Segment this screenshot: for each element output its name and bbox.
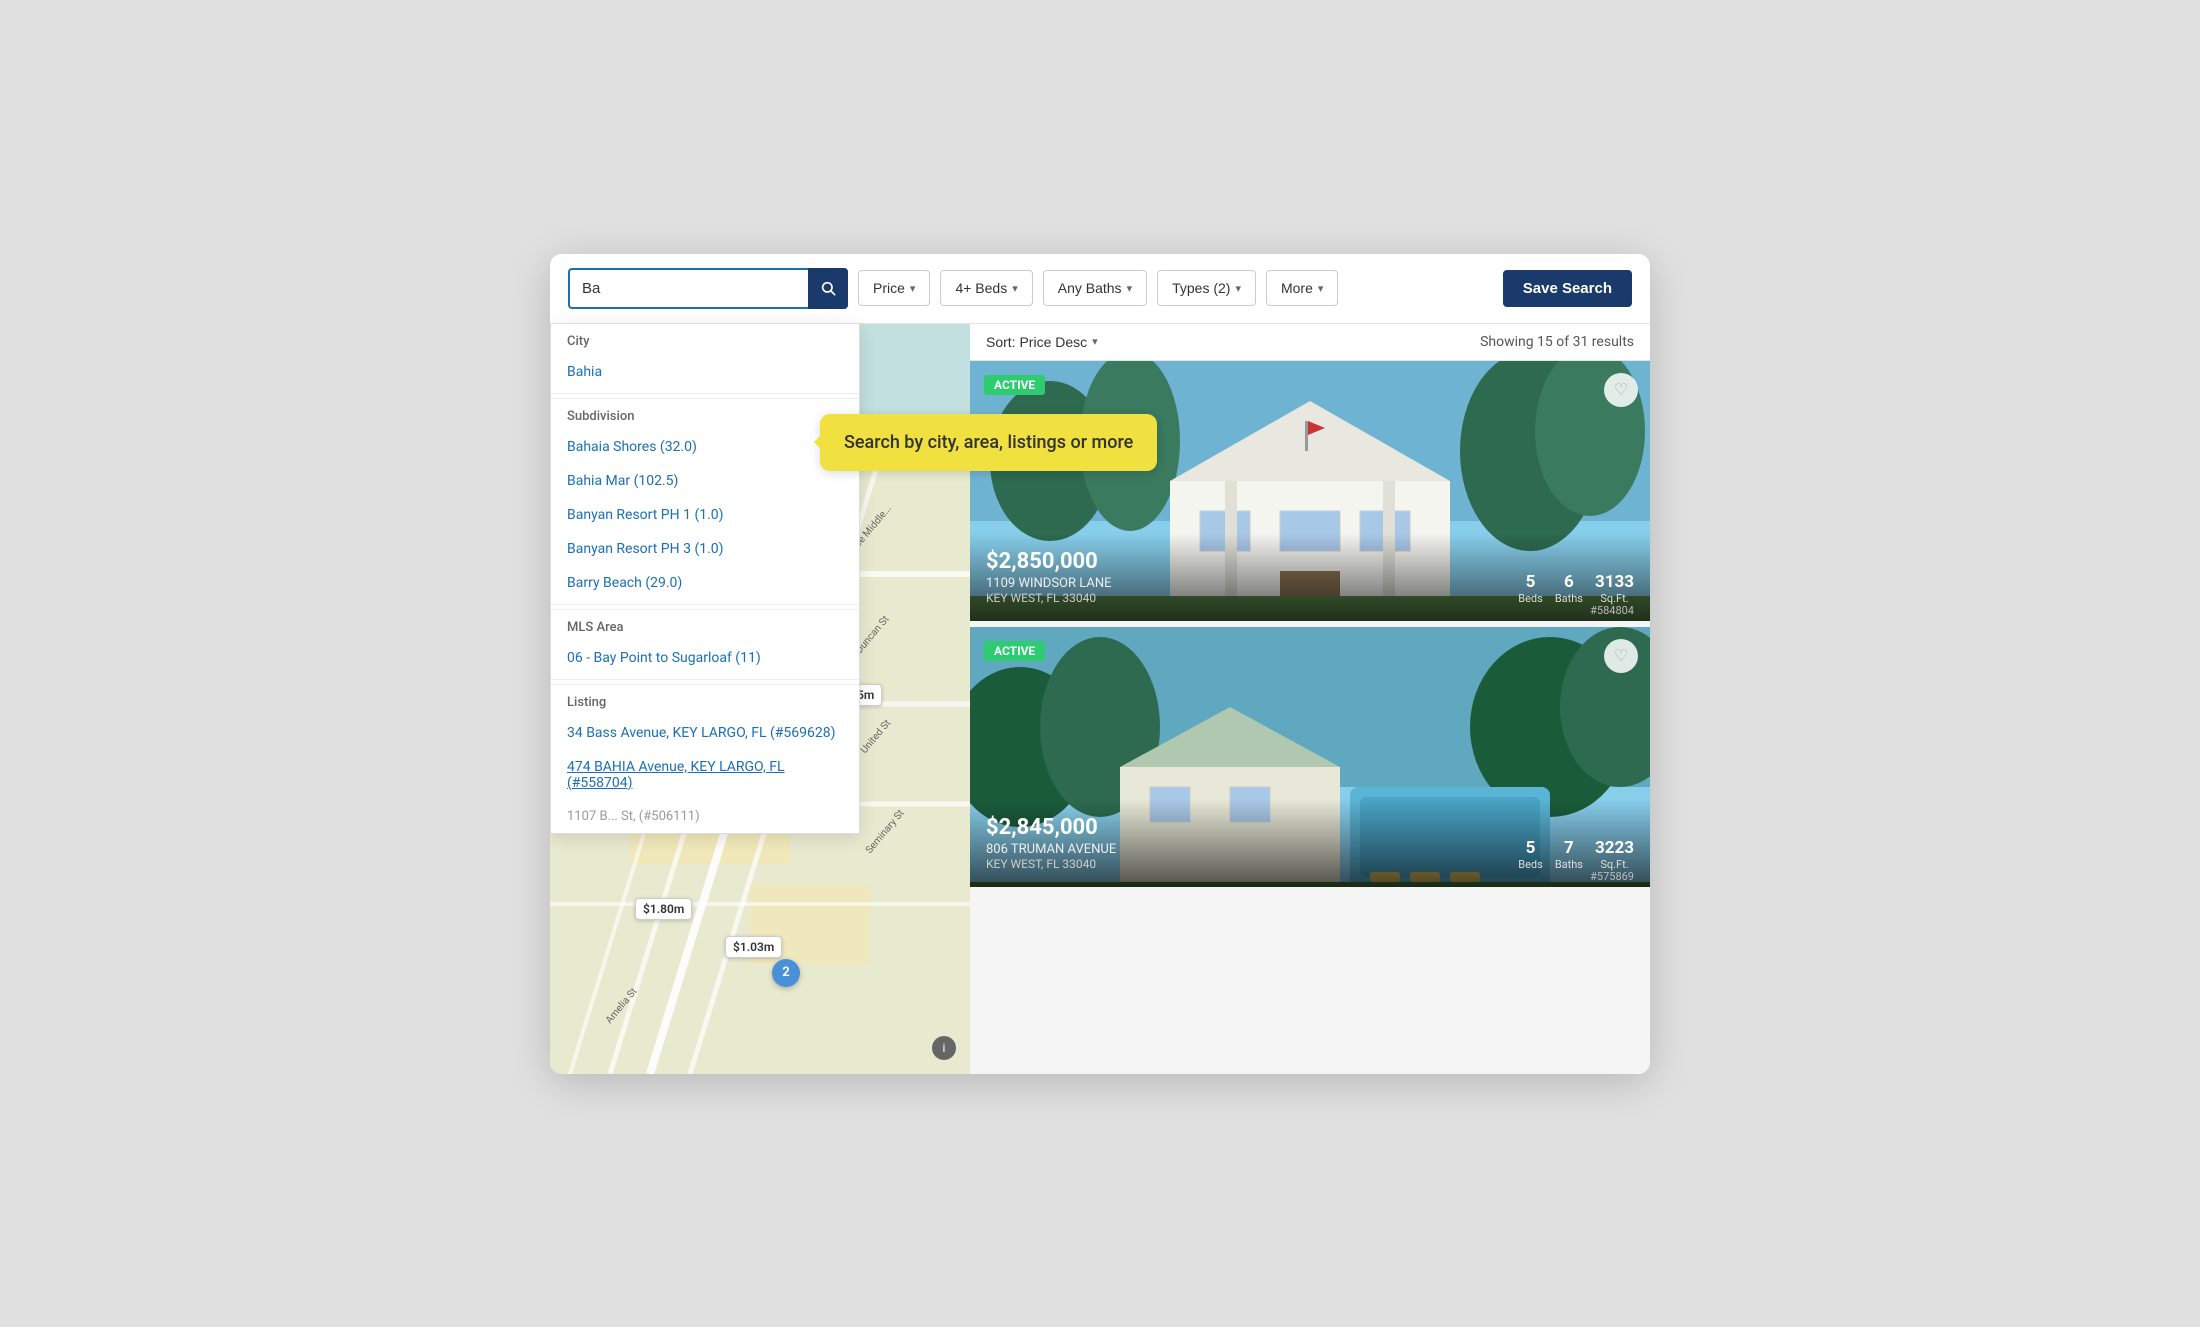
listings-toolbar: Sort: Price Desc ▾ Showing 15 of 31 resu… bbox=[970, 324, 1650, 361]
listing-card-1[interactable]: ACTIVE ♡ $2,850,000 1109 WINDSOR LANE KE… bbox=[970, 361, 1650, 621]
ac-mls-header: MLS Area bbox=[551, 609, 859, 641]
results-count: Showing 15 of 31 results bbox=[1480, 334, 1634, 350]
listing-1-mls: #584804 bbox=[1590, 604, 1634, 617]
types-filter-button[interactable]: Types (2) ▾ bbox=[1157, 270, 1256, 306]
ac-item-bahia[interactable]: Bahia bbox=[551, 355, 859, 389]
listing-2-mls: #575869 bbox=[1590, 870, 1634, 883]
map-info-button[interactable]: i bbox=[932, 1036, 956, 1060]
listing-1-beds-stat: 5 Beds bbox=[1518, 572, 1543, 605]
search-icon bbox=[820, 280, 836, 296]
beds-filter-button[interactable]: 4+ Beds ▾ bbox=[940, 270, 1032, 306]
chevron-down-icon: ▾ bbox=[1127, 282, 1133, 295]
ac-item-bay-point[interactable]: 06 - Bay Point to Sugarloaf (11) bbox=[551, 641, 859, 675]
price-filter-button[interactable]: Price ▾ bbox=[858, 270, 930, 306]
listing-2-beds-stat: 5 Beds bbox=[1518, 838, 1543, 871]
listing-1-sqft-stat: 3133 Sq.Ft. bbox=[1595, 572, 1634, 605]
chevron-down-icon: ▾ bbox=[1235, 282, 1241, 295]
circle-marker-2[interactable]: 2 bbox=[772, 959, 800, 987]
price-marker-103: $1.03m bbox=[725, 936, 782, 958]
ac-separator-3 bbox=[551, 679, 859, 680]
ac-item-banyan-ph1[interactable]: Banyan Resort PH 1 (1.0) bbox=[551, 498, 859, 532]
search-button[interactable] bbox=[808, 268, 848, 309]
save-search-button[interactable]: Save Search bbox=[1503, 270, 1632, 307]
ac-separator-1 bbox=[551, 393, 859, 394]
chevron-down-icon: ▾ bbox=[1012, 282, 1018, 295]
listing-1-stats: 5 Beds 6 Baths 3133 Sq.Ft. bbox=[1518, 572, 1634, 605]
ac-item-bahia-avenue[interactable]: 474 BAHIA Avenue, KEY LARGO, FL (#558704… bbox=[551, 750, 859, 800]
ac-item-barry-beach[interactable]: Barry Beach (29.0) bbox=[551, 566, 859, 600]
listing-2-favorite-button[interactable]: ♡ bbox=[1604, 639, 1638, 673]
listing-2-active-badge: ACTIVE bbox=[984, 641, 1045, 661]
more-filter-button[interactable]: More ▾ bbox=[1266, 270, 1338, 306]
listing-2-baths-stat: 7 Baths bbox=[1555, 838, 1583, 871]
header: Price ▾ 4+ Beds ▾ Any Baths ▾ Types (2) … bbox=[550, 254, 1650, 324]
ac-separator-2 bbox=[551, 604, 859, 605]
sort-button[interactable]: Sort: Price Desc ▾ bbox=[986, 334, 1098, 350]
app-container: Price ▾ 4+ Beds ▾ Any Baths ▾ Types (2) … bbox=[550, 254, 1650, 1074]
listing-2-price: $2,845,000 bbox=[986, 815, 1634, 840]
baths-filter-button[interactable]: Any Baths ▾ bbox=[1043, 270, 1147, 306]
ac-item-bahia-mar[interactable]: Bahia Mar (102.5) bbox=[551, 464, 859, 498]
listing-2-sqft-stat: 3223 Sq.Ft. bbox=[1595, 838, 1634, 871]
listing-2-stats: 5 Beds 7 Baths 3223 Sq.Ft. bbox=[1518, 838, 1634, 871]
listing-1-price: $2,850,000 bbox=[986, 549, 1634, 574]
search-box bbox=[568, 268, 848, 309]
main-area: City Bahia Subdivision Bahaia Shores (32… bbox=[550, 324, 1650, 1074]
listing-card-2[interactable]: ACTIVE ♡ $2,845,000 806 TRUMAN AVENUE KE… bbox=[970, 627, 1650, 887]
ac-city-header: City bbox=[551, 324, 859, 355]
ac-item-listing-3[interactable]: 1107 B... St, (#506111) bbox=[551, 800, 859, 833]
listing-1-active-badge: ACTIVE bbox=[984, 375, 1045, 395]
listing-1-favorite-button[interactable]: ♡ bbox=[1604, 373, 1638, 407]
ac-subdivision-header: Subdivision bbox=[551, 398, 859, 430]
ac-listing-header: Listing bbox=[551, 684, 859, 716]
sort-chevron-icon: ▾ bbox=[1092, 335, 1098, 348]
listing-1-baths-stat: 6 Baths bbox=[1555, 572, 1583, 605]
chevron-down-icon: ▾ bbox=[910, 282, 916, 295]
ac-item-banyan-ph3[interactable]: Banyan Resort PH 3 (1.0) bbox=[551, 532, 859, 566]
price-marker-180: $1.80m bbox=[635, 898, 692, 920]
ac-item-bass-avenue[interactable]: 34 Bass Avenue, KEY LARGO, FL (#569628) bbox=[551, 716, 859, 750]
search-input[interactable] bbox=[568, 268, 848, 309]
chevron-down-icon: ▾ bbox=[1318, 282, 1324, 295]
search-tooltip: Search by city, area, listings or more bbox=[820, 414, 1157, 471]
autocomplete-dropdown: City Bahia Subdivision Bahaia Shores (32… bbox=[550, 324, 860, 834]
